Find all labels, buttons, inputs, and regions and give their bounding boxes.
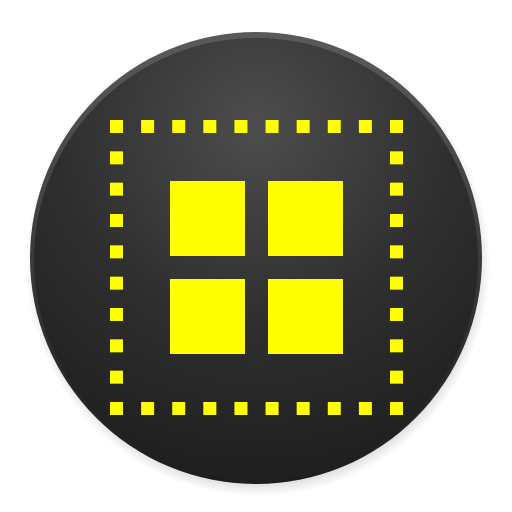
frame-dot xyxy=(110,151,123,165)
frame-dot xyxy=(390,120,403,133)
frame-dot xyxy=(110,370,123,384)
frame-dot xyxy=(390,214,403,227)
frame-dot xyxy=(141,402,155,415)
frame-dot xyxy=(390,151,403,165)
frame-dot xyxy=(390,182,403,196)
frame-dot xyxy=(265,402,279,415)
frame-dot xyxy=(265,120,279,133)
frame-dot xyxy=(110,276,123,290)
frame-dot xyxy=(110,182,123,196)
frame-dot xyxy=(390,339,403,353)
frame-dot xyxy=(327,120,341,133)
frame-dot xyxy=(296,402,310,415)
frame-dot xyxy=(110,402,123,415)
frame-dot xyxy=(390,245,403,259)
frame-dot xyxy=(390,402,403,415)
frame-dot xyxy=(358,402,372,415)
frame-dot xyxy=(390,370,403,384)
frame-dot xyxy=(234,120,248,133)
frame-dot xyxy=(203,120,217,133)
grid-tile-bottom-right xyxy=(268,279,343,354)
frame-dot xyxy=(234,402,248,415)
frame-dot xyxy=(358,120,372,133)
frame-dot xyxy=(172,402,186,415)
frame-dot xyxy=(203,402,217,415)
frame-dot xyxy=(172,120,186,133)
icon-disc xyxy=(34,38,478,482)
frame-dot xyxy=(390,308,403,321)
grid-tile-top-left xyxy=(170,181,245,256)
frame-dot xyxy=(141,120,155,133)
grid-selection-app-icon[interactable] xyxy=(0,0,512,512)
grid-tile-top-right xyxy=(268,181,343,256)
frame-dot xyxy=(390,276,403,290)
frame-dot xyxy=(110,245,123,259)
frame-dot xyxy=(327,402,341,415)
grid-tile-bottom-left xyxy=(170,279,245,354)
frame-dot xyxy=(110,308,123,321)
frame-dot xyxy=(110,214,123,227)
icon-canvas xyxy=(0,0,512,512)
frame-dot xyxy=(110,120,123,133)
frame-dot xyxy=(296,120,310,133)
frame-dot xyxy=(110,339,123,353)
